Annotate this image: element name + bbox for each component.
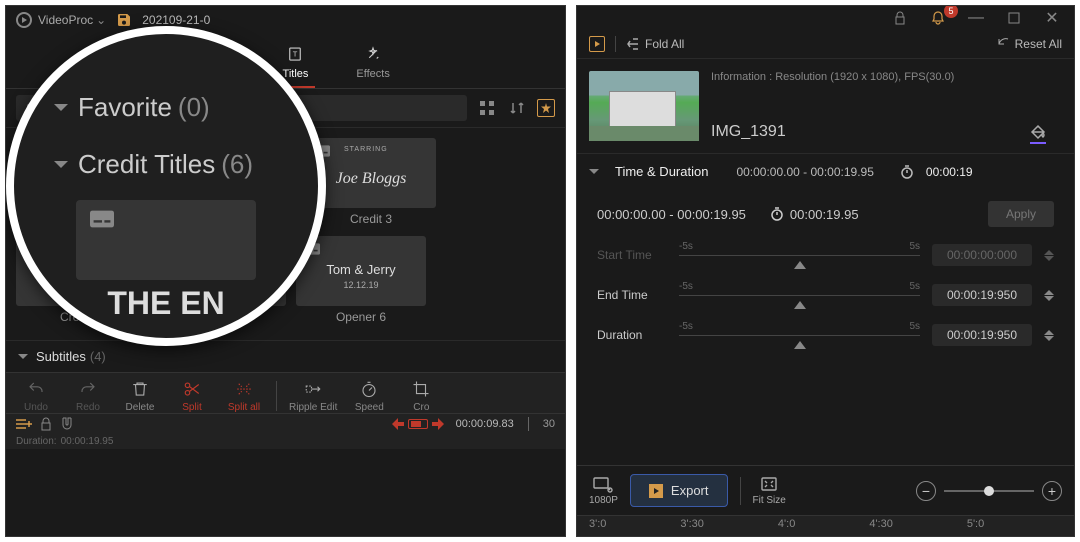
ripple-edit-button[interactable]: Ripple Edit — [289, 379, 337, 413]
playhead-time: 00:00:09.83 — [456, 418, 514, 430]
split-all-button[interactable]: Split all — [224, 379, 264, 413]
start-time-stepper — [1044, 250, 1054, 261]
chevron-down-icon — [589, 169, 599, 174]
split-button[interactable]: Split — [172, 379, 212, 413]
clip-thumbnail[interactable] — [589, 71, 699, 141]
duration-slider[interactable]: -5s 5s — [679, 323, 920, 347]
credit-preset-opener6[interactable]: Tom & Jerry 12.12.19 — [296, 236, 426, 306]
end-time-stepper[interactable] — [1044, 290, 1054, 301]
magnified-preset — [76, 200, 256, 280]
duration-input[interactable]: 00:00:19:950 — [932, 324, 1032, 346]
favorites-filter-icon[interactable] — [537, 99, 555, 117]
app-name[interactable]: VideoProc — [38, 13, 93, 27]
lock-icon[interactable] — [40, 417, 52, 431]
start-time-slider: -5s 5s — [679, 243, 920, 267]
fold-all-button[interactable]: Fold All — [626, 37, 684, 51]
close-button[interactable]: ✕ — [1038, 8, 1066, 28]
start-time-input: 00:00:00:000 — [932, 244, 1032, 266]
resolution-button[interactable]: 1080P — [589, 475, 618, 506]
delete-button[interactable]: Delete — [120, 379, 160, 413]
project-name: 202109-21-0 — [142, 13, 210, 27]
lock-icon[interactable] — [886, 8, 914, 28]
magnet-icon[interactable] — [60, 417, 74, 431]
tab-effects[interactable]: Effects — [348, 42, 397, 82]
time-range-display: 00:00:00.00 - 00:00:19.95 — [597, 207, 746, 222]
play-icon[interactable] — [589, 36, 605, 52]
timeline-ruler[interactable]: 3':0 3':30 4':0 4':30 5':0 — [577, 515, 1074, 536]
duration-stepper[interactable] — [1044, 330, 1054, 341]
zoom-slider[interactable] — [944, 490, 1034, 492]
section-time-duration[interactable]: Time & Duration 00:00:00.00 - 00:00:19.9… — [577, 154, 1074, 189]
undo-button[interactable]: Undo — [16, 379, 56, 413]
apply-button: Apply — [988, 201, 1054, 227]
svg-text:T: T — [293, 49, 298, 58]
add-track-icon[interactable] — [16, 417, 32, 431]
fit-size-button[interactable]: Fit Size — [753, 475, 786, 506]
timeline-clip-icon — [408, 419, 428, 429]
zoom-in-button[interactable]: + — [1042, 481, 1062, 501]
crop-button[interactable]: Cro — [401, 379, 441, 413]
minimize-button[interactable]: — — [962, 8, 990, 28]
reset-all-button[interactable]: Reset All — [996, 37, 1062, 51]
speed-button[interactable]: Speed — [349, 379, 389, 413]
chevron-down-icon — [18, 354, 28, 359]
sort-icon[interactable] — [507, 98, 527, 118]
redo-button[interactable]: Redo — [68, 379, 108, 413]
color-fill-icon[interactable] — [1030, 124, 1062, 140]
maximize-button[interactable] — [1000, 8, 1028, 28]
end-time-input[interactable]: 00:00:19:950 — [932, 284, 1032, 306]
app-logo-icon — [16, 12, 32, 28]
clip-info: Information : Resolution (1920 x 1080), … — [711, 71, 1062, 83]
zoom-out-button[interactable]: − — [916, 481, 936, 501]
magnifier-overlay: Favorite (0) Credit Titles (6) THE EN — [6, 26, 326, 346]
notification-bell-icon[interactable]: 5 — [924, 8, 952, 28]
clip-name: IMG_1391 — [711, 123, 786, 141]
save-icon[interactable] — [116, 12, 132, 28]
export-play-icon — [649, 484, 663, 498]
grid-view-icon[interactable] — [477, 98, 497, 118]
export-button[interactable]: Export — [630, 474, 728, 507]
end-time-slider[interactable]: -5s 5s — [679, 283, 920, 307]
section-subtitles[interactable]: Subtitles (4) — [6, 340, 565, 372]
